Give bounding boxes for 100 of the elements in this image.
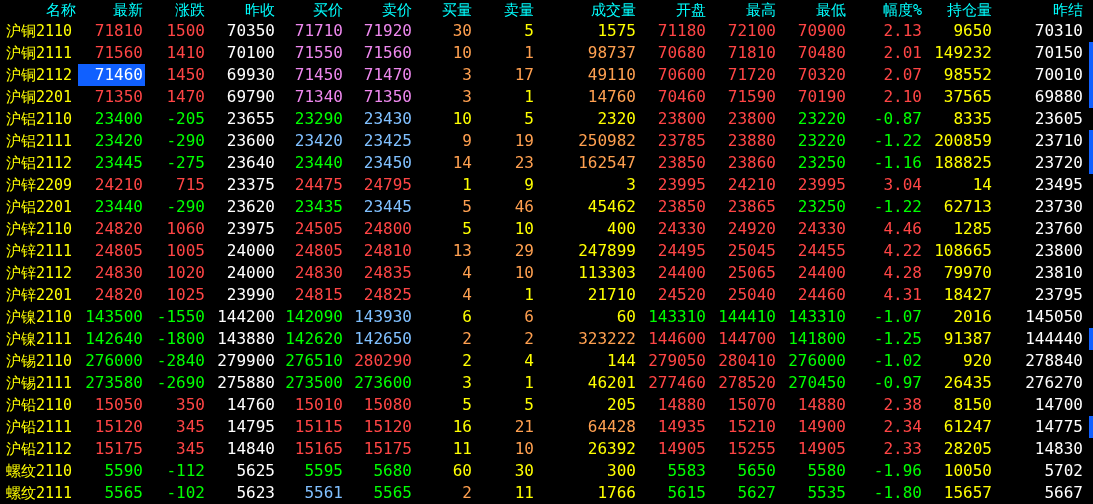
- table-cell-text: 71720: [727, 64, 777, 86]
- table-cell-text: 23760: [1034, 218, 1084, 240]
- column-header[interactable]: 最高: [708, 0, 778, 20]
- table-cell-text: 1766: [597, 482, 637, 504]
- column-header[interactable]: 买量: [414, 0, 474, 20]
- table-cell-text: 70480: [797, 42, 847, 64]
- contract-name[interactable]: 沪铝2110: [0, 108, 78, 130]
- table-cell-text: 23495: [1034, 174, 1084, 196]
- column-header[interactable]: 名称: [0, 0, 78, 20]
- column-header[interactable]: 昨结: [994, 0, 1085, 20]
- contract-name[interactable]: 沪镍2110: [0, 306, 78, 328]
- table-cell-text: 276000: [788, 350, 847, 372]
- table-cell-text: 4.28: [883, 262, 923, 284]
- table-cell-text: 37565: [943, 86, 993, 108]
- table-cell-text: 23445: [363, 196, 413, 218]
- table-cell-text: 273580: [85, 372, 144, 394]
- table-cell-text: 24805: [294, 240, 344, 262]
- table-cell-text: 24210: [94, 174, 144, 196]
- column-header[interactable]: 卖价: [345, 0, 414, 20]
- table-cell-text: -2840: [156, 350, 206, 372]
- contract-name[interactable]: 沪铜2111: [0, 42, 78, 64]
- table-cell-text: 23435: [294, 196, 344, 218]
- table-cell-text: 144410: [718, 306, 777, 328]
- table-cell-text: 71710: [294, 20, 344, 42]
- column-header[interactable]: 持仓量: [924, 0, 994, 20]
- column-header[interactable]: 卖量: [474, 0, 536, 20]
- table-cell-text: 23250: [797, 152, 847, 174]
- table-cell-text: 250982: [578, 130, 637, 152]
- table-cell-text: 23710: [1034, 130, 1084, 152]
- table-cell-text: 23975: [226, 218, 276, 240]
- table-cell-text: 300: [607, 460, 637, 482]
- table-cell-text: 71350: [363, 86, 413, 108]
- selection-highlight[interactable]: 71460: [78, 64, 145, 86]
- contract-name[interactable]: 沪铝2112: [0, 152, 78, 174]
- table-cell-text: 15115: [294, 416, 344, 438]
- table-cell-text: 24455: [797, 240, 847, 262]
- table-cell-text: 23425: [363, 130, 413, 152]
- table-cell-text: 23445: [94, 152, 144, 174]
- table-cell-text: 70310: [1034, 20, 1084, 42]
- table-cell-text: 16: [452, 416, 473, 438]
- contract-name[interactable]: 沪铜2201: [0, 86, 78, 108]
- table-cell-text: 9: [524, 174, 535, 196]
- contract-name[interactable]: 沪锌2110: [0, 218, 78, 240]
- contract-name[interactable]: 沪锌2201: [0, 284, 78, 306]
- contract-name[interactable]: 沪锌2112: [0, 262, 78, 284]
- table-cell-text: -1.22: [873, 130, 923, 152]
- table-cell-text: 143880: [217, 328, 276, 350]
- contract-name[interactable]: 沪铜2110: [0, 20, 78, 42]
- table-cell-text: 23860: [727, 152, 777, 174]
- table-cell-text: 5595: [304, 460, 344, 482]
- table-cell-text: -1.25: [873, 328, 923, 350]
- table-cell-text: 10: [514, 218, 535, 240]
- column-header[interactable]: 最低: [778, 0, 848, 20]
- contract-name[interactable]: 沪铅2111: [0, 416, 78, 438]
- column-header[interactable]: 昨收: [207, 0, 277, 20]
- table-cell-text: 10050: [943, 460, 993, 482]
- column-header[interactable]: 买价: [277, 0, 345, 20]
- table-cell-text: 11: [514, 482, 535, 504]
- table-cell-text: 26392: [587, 438, 637, 460]
- table-cell-text: 24810: [363, 240, 413, 262]
- contract-name[interactable]: 沪铅2110: [0, 394, 78, 416]
- column-header[interactable]: 开盘: [638, 0, 708, 20]
- column-header[interactable]: 幅度%: [848, 0, 924, 20]
- contract-name[interactable]: 沪锡2110: [0, 350, 78, 372]
- contract-name[interactable]: 沪镍2111: [0, 328, 78, 350]
- column-header[interactable]: 成交量: [536, 0, 638, 20]
- table-cell-text: 23730: [1034, 196, 1084, 218]
- table-cell-text: 1410: [166, 42, 206, 64]
- contract-name[interactable]: 螺纹2111: [0, 482, 78, 504]
- table-cell-text: 5625: [236, 460, 276, 482]
- column-header[interactable]: 涨跌: [145, 0, 207, 20]
- table-cell-text: 9: [462, 130, 473, 152]
- table-cell-text: -1.96: [873, 460, 923, 482]
- table-cell-text: 920: [963, 350, 993, 372]
- table-cell-text: 1005: [166, 240, 206, 262]
- contract-name[interactable]: 沪锌2209: [0, 174, 78, 196]
- contract-name[interactable]: 沪锌2111: [0, 240, 78, 262]
- table-cell-text: 91387: [943, 328, 993, 350]
- table-cell-text: 61247: [943, 416, 993, 438]
- table-cell-text: 5: [462, 196, 473, 218]
- table-cell-text: 142640: [85, 328, 144, 350]
- contract-name[interactable]: 沪锡2111: [0, 372, 78, 394]
- contract-name[interactable]: 沪铝2111: [0, 130, 78, 152]
- table-cell-text: 5: [524, 20, 535, 42]
- table-cell-text: 2.34: [883, 416, 923, 438]
- table-cell-text: 30: [514, 460, 535, 482]
- table-cell-text: 1575: [597, 20, 637, 42]
- table-cell-text: 400: [607, 218, 637, 240]
- table-cell-text: 162547: [578, 152, 637, 174]
- contract-name[interactable]: 沪铅2112: [0, 438, 78, 460]
- table-cell-text: 280410: [718, 350, 777, 372]
- table-cell-text: 69790: [226, 86, 276, 108]
- contract-name[interactable]: 螺纹2110: [0, 460, 78, 482]
- table-cell-text: -1800: [156, 328, 206, 350]
- table-cell-text: 3: [462, 86, 473, 108]
- table-cell-text: 5561: [304, 482, 344, 504]
- table-cell-text: 1: [462, 174, 473, 196]
- contract-name[interactable]: 沪铜2112: [0, 64, 78, 86]
- column-header[interactable]: 最新: [78, 0, 145, 20]
- contract-name[interactable]: 沪铝2201: [0, 196, 78, 218]
